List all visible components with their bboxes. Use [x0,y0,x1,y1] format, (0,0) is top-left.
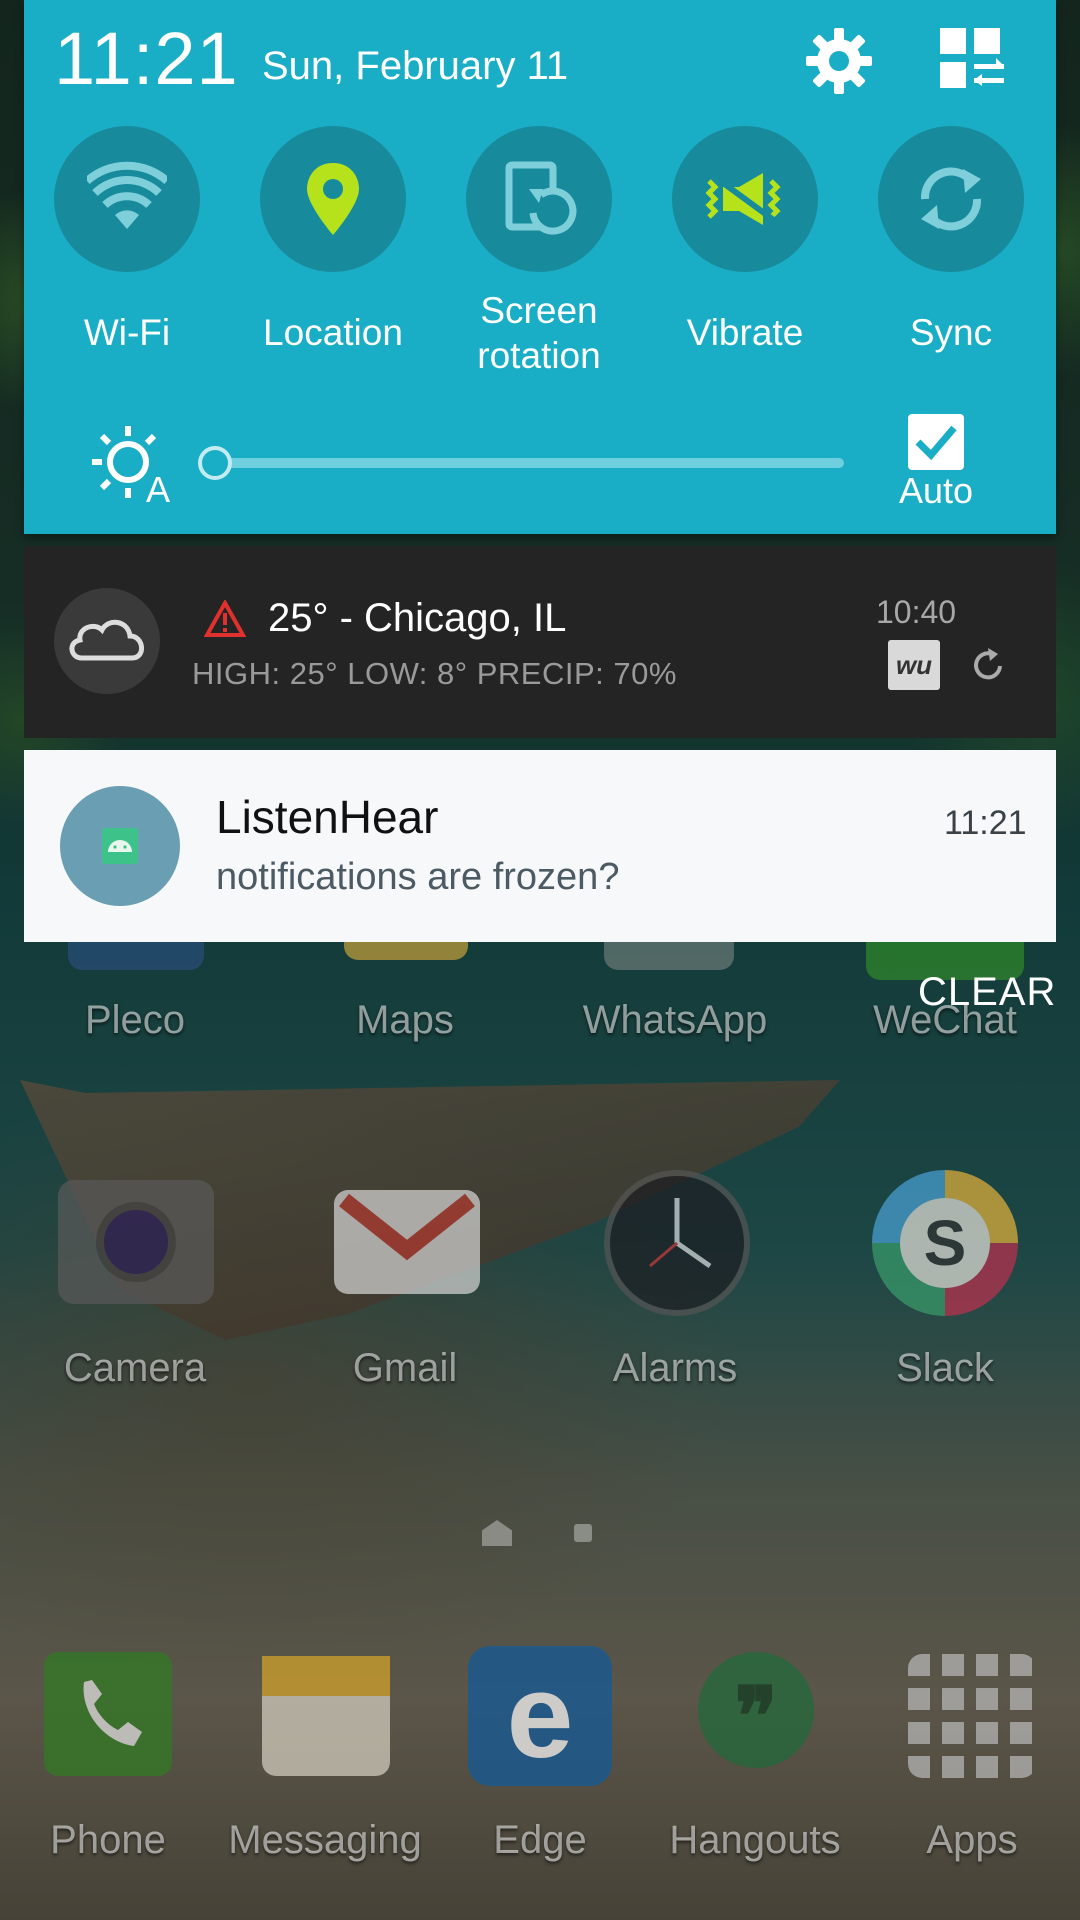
dock-label-hangouts[interactable]: Hangouts [645,1818,865,1863]
svg-text:A: A [146,469,170,504]
messaging-app-icon[interactable] [262,1656,390,1776]
toggle-screen-rotation[interactable] [466,126,612,272]
status-clock: 11:21 [54,17,239,100]
notification-message: notifications are frozen? [216,856,620,898]
refresh-icon[interactable] [968,646,1008,691]
apps-drawer-icon[interactable] [908,1654,1036,1778]
listenhear-notification[interactable]: ListenHear notifications are frozen? 11:… [24,750,1056,942]
app-label-gmail[interactable]: Gmail [295,1346,515,1391]
dock-label-apps[interactable]: Apps [862,1818,1080,1863]
notification-app-name: ListenHear [216,791,439,843]
dock-label-edge[interactable]: Edge [430,1818,650,1863]
grid-edit-icon[interactable] [940,28,1006,95]
toggle-label-screen-rotation-line1: Screen [480,290,598,331]
app-label-whatsapp[interactable]: WhatsApp [565,998,785,1043]
sync-icon [920,167,982,231]
notification-time: 11:21 [944,804,1027,842]
toggle-label-wifi: Wi-Fi [83,312,171,353]
auto-brightness-label: Auto [898,470,974,511]
camera-app-icon[interactable] [58,1180,214,1304]
brightness-auto-icon: A [88,424,198,510]
dock-label-phone[interactable]: Phone [0,1818,218,1863]
android-icon [60,786,180,906]
status-date: Sun, February 11 [262,44,569,88]
brightness-slider-track[interactable] [214,458,844,468]
wu-badge[interactable]: wu [888,640,940,690]
weather-notification[interactable]: 25° - Chicago, IL HIGH: 25° LOW: 8° PREC… [24,546,1056,738]
gmail-app-icon[interactable] [334,1190,480,1294]
warning-triangle-icon [203,598,247,643]
quick-settings-panel: 11:21 Sun, February 11 Wi-Fi Location Sc… [24,0,1056,534]
toggle-sync[interactable] [878,126,1024,272]
slack-app-icon[interactable]: S [872,1170,1018,1316]
toggle-label-screen-rotation-line2: rotation [477,335,601,376]
toggle-vibrate[interactable] [672,126,818,272]
location-pin-icon [307,163,359,235]
alarms-app-icon[interactable] [604,1170,750,1316]
cloud-icon [54,588,160,694]
weather-time: 10:40 [876,594,957,630]
toggle-label-location: Location [263,312,403,353]
hangouts-app-icon[interactable]: ❞ [698,1652,814,1768]
brightness-slider-knob[interactable] [198,446,232,480]
app-label-alarms[interactable]: Alarms [565,1346,785,1391]
gear-icon[interactable] [804,26,874,101]
toggle-label-vibrate: Vibrate [686,312,804,353]
toggle-label-sync: Sync [909,312,993,353]
phone-app-icon[interactable] [44,1652,172,1776]
edge-app-icon[interactable]: e [468,1646,612,1786]
weather-details: HIGH: 25° LOW: 8° PRECIP: 70% [192,656,677,691]
dock-label-messaging[interactable]: Messaging [215,1818,435,1863]
app-label-camera[interactable]: Camera [25,1346,245,1391]
vibrate-icon [705,173,781,225]
screen-rotation-icon [505,161,577,235]
page-indicator-dot [574,1524,592,1542]
toggle-wifi[interactable] [54,126,200,272]
toggle-location[interactable] [260,126,406,272]
wifi-icon [87,161,167,229]
weather-title: 25° - Chicago, IL [268,596,567,640]
app-label-maps[interactable]: Maps [295,998,515,1043]
auto-brightness-checkbox[interactable] [908,414,964,470]
clear-notifications-button[interactable]: CLEAR [918,970,1056,1015]
app-label-pleco[interactable]: Pleco [25,998,245,1043]
app-label-slack[interactable]: Slack [835,1346,1055,1391]
